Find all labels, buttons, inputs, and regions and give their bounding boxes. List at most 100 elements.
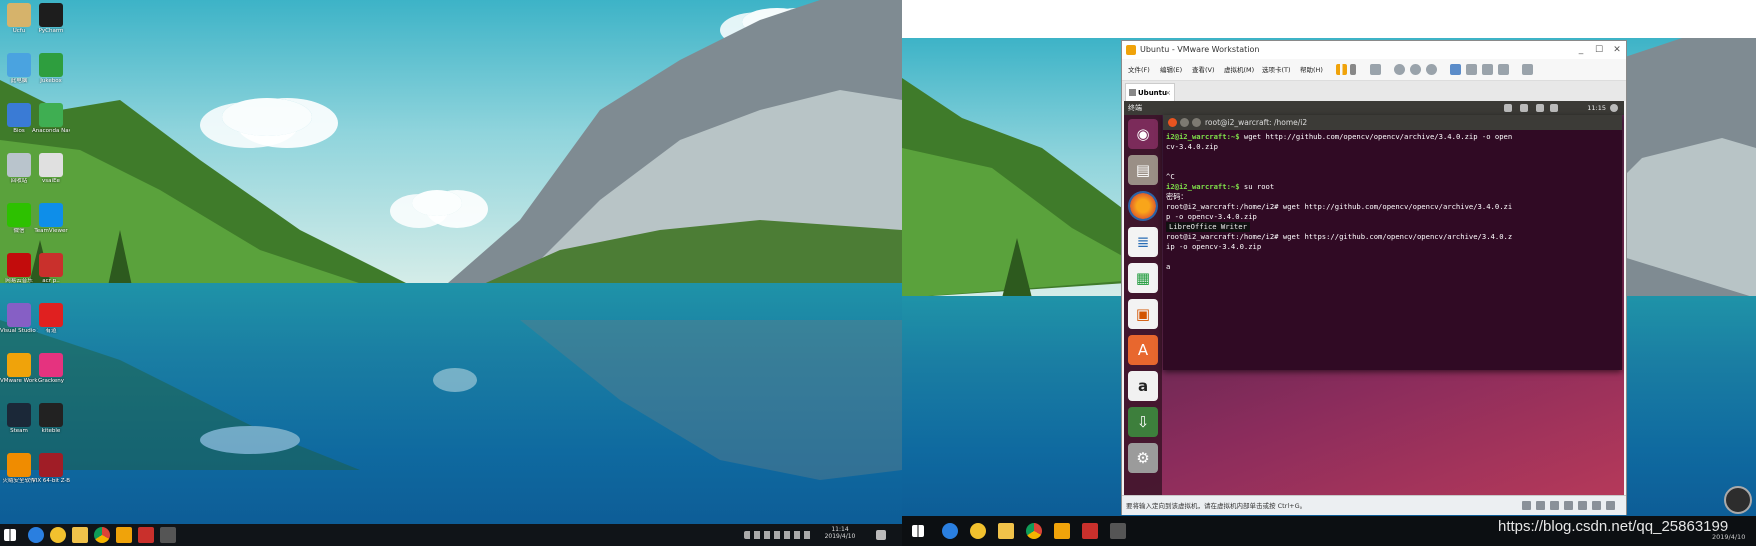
notification-icon[interactable] [876,530,886,540]
snapshot-revert-icon[interactable] [1410,64,1421,75]
desktop-icon[interactable]: PyCharm [32,3,70,34]
desktop-icon[interactable]: Anaconda Navigator [32,103,70,134]
close-button[interactable]: ✕ [1608,41,1626,59]
windows-start-icon[interactable] [912,525,924,537]
thumbnail-view-icon[interactable] [1466,64,1477,75]
maximize-button[interactable]: ☐ [1590,41,1608,59]
vmware-tabbar: Ubuntu × [1122,81,1626,101]
unity-icon[interactable] [1498,64,1509,75]
left-clock-time: 11:14 [831,526,849,533]
volume-icon[interactable] [1550,104,1558,112]
ubuntu-clock[interactable]: 11:15 [1587,101,1606,115]
sound-icon[interactable] [1578,501,1587,510]
usb-icon[interactable] [1564,501,1573,510]
writer-doc-icon: ≣ [1136,233,1150,251]
vmware-taskbar-icon[interactable] [1054,523,1070,539]
close-icon[interactable] [1168,118,1177,127]
vmware-taskbar-icon[interactable] [116,527,132,543]
full-screen-icon[interactable] [1482,64,1493,75]
browser-icon[interactable] [970,523,986,539]
chrome-icon[interactable] [1026,523,1042,539]
launcher-impress[interactable]: ▣ [1128,299,1158,329]
app-icon [7,453,31,477]
close-tab-icon[interactable]: × [1165,84,1171,102]
ubuntu-app-title: 终端 [1128,104,1142,112]
console-view-icon[interactable] [1522,64,1533,75]
maximize-icon[interactable] [1192,118,1201,127]
terminal-window[interactable]: root@i2_warcraft: /home/i2 i2@i2_warcraf… [1163,115,1622,370]
launcher-calc[interactable]: ▦ [1128,263,1158,293]
desktop-icon-label: acr p.. [42,278,60,284]
hdd-icon[interactable] [1522,501,1531,510]
browser-icon[interactable] [50,527,66,543]
file-explorer-icon[interactable] [72,527,88,543]
firefox-icon [1128,191,1158,221]
pause-icon[interactable] [1336,64,1347,75]
terminal-titlebar[interactable]: root@i2_warcraft: /home/i2 [1163,115,1622,130]
edge-icon[interactable] [942,523,958,539]
chrome-icon[interactable] [94,527,110,543]
chevron-down-icon[interactable] [1350,64,1356,75]
windows-start-icon[interactable] [4,529,16,541]
pdf-reader-icon[interactable] [1082,523,1098,539]
ubuntu-top-panel: 终端 11:15 [1124,101,1624,115]
vmware-window[interactable]: Ubuntu - VMware Workstation _ ☐ ✕ 文件(F) … [1121,40,1627,515]
tab-ubuntu[interactable]: Ubuntu × [1125,83,1175,101]
desktop-icon[interactable]: 有道 [32,303,70,334]
launcher-firefox[interactable] [1128,191,1158,221]
library-view-icon[interactable] [1450,64,1461,75]
menu-tabs[interactable]: 选项卡(T) [1262,59,1291,81]
snapshot-icon[interactable] [1394,64,1405,75]
menu-help[interactable]: 帮助(H) [1300,59,1323,81]
menu-view[interactable]: 查看(V) [1192,59,1215,81]
desktop-icon[interactable]: Jukebox [32,53,70,84]
terminal-output[interactable]: i2@i2_warcraft:~$ wget http://github.com… [1166,132,1618,368]
bluetooth-icon[interactable] [1536,104,1544,112]
launcher-files[interactable]: ▤ [1128,155,1158,185]
minimize-icon[interactable] [1180,118,1189,127]
launcher-software[interactable]: A [1128,335,1158,365]
impress-slide-icon: ▣ [1135,305,1151,323]
menu-file[interactable]: 文件(F) [1128,59,1150,81]
file-explorer-icon[interactable] [998,523,1014,539]
snapshot-manager-icon[interactable] [1426,64,1437,75]
app-icon [7,353,31,377]
menu-edit[interactable]: 编辑(E) [1160,59,1182,81]
network-adapter-icon[interactable] [1550,501,1559,510]
launcher-amazon[interactable]: a [1128,371,1158,401]
vmware-titlebar[interactable]: Ubuntu - VMware Workstation _ ☐ ✕ [1122,41,1626,59]
input-method-icon[interactable] [1520,104,1528,112]
network-icon[interactable] [1504,104,1512,112]
terminal-text: wget http://github.com/opencv/opencv/arc… [1239,132,1513,141]
photos-icon[interactable] [160,527,176,543]
launcher-writer[interactable]: ≣ [1128,227,1158,257]
launcher-settings[interactable]: ⚙ [1128,443,1158,473]
desktop-icon[interactable]: VIX 64-bit Z-Band [32,453,70,484]
desktop-icon[interactable]: Grackeny [32,353,70,384]
desktop-icon[interactable]: TeamViewer [32,203,70,234]
printer-icon[interactable] [1592,501,1601,510]
tray-icons[interactable] [744,531,814,539]
launcher-updater[interactable]: ⇩ [1128,407,1158,437]
desktop-icon[interactable]: vsaiEe [32,153,70,184]
edge-icon[interactable] [28,527,44,543]
launcher-dash[interactable]: ◉ [1128,119,1158,149]
left-desktop: UcfuPyCharm此电脑JukeboxBiosAnaconda Naviga… [0,0,902,524]
minimize-button[interactable]: _ [1572,41,1590,59]
left-clock[interactable]: 11:14 2019/4/10 [820,526,860,540]
desktop-icon[interactable]: kiteble [32,403,70,434]
terminal-line: a [1166,262,1618,272]
gear-icon[interactable] [1610,104,1618,112]
display-icon[interactable] [1606,501,1615,510]
ubuntu-guest-screen[interactable]: 终端 11:15 ◉ ▤ ≣ ▦ ▣ A a ⇩ ⚙ root@i2_warcr… [1124,101,1624,495]
cdrom-icon[interactable] [1536,501,1545,510]
photos-icon[interactable] [1110,523,1126,539]
terminal-text: root@i2_warcraft:/home/i2# wget http://g… [1166,202,1513,211]
desktop-icon-label: Anaconda Navigator [32,128,70,134]
menu-vm[interactable]: 虚拟机(M) [1224,59,1254,81]
send-keys-icon[interactable] [1370,64,1381,75]
desktop-icon[interactable]: acr p.. [32,253,70,284]
pdf-reader-icon[interactable] [138,527,154,543]
app-icon [39,153,63,177]
